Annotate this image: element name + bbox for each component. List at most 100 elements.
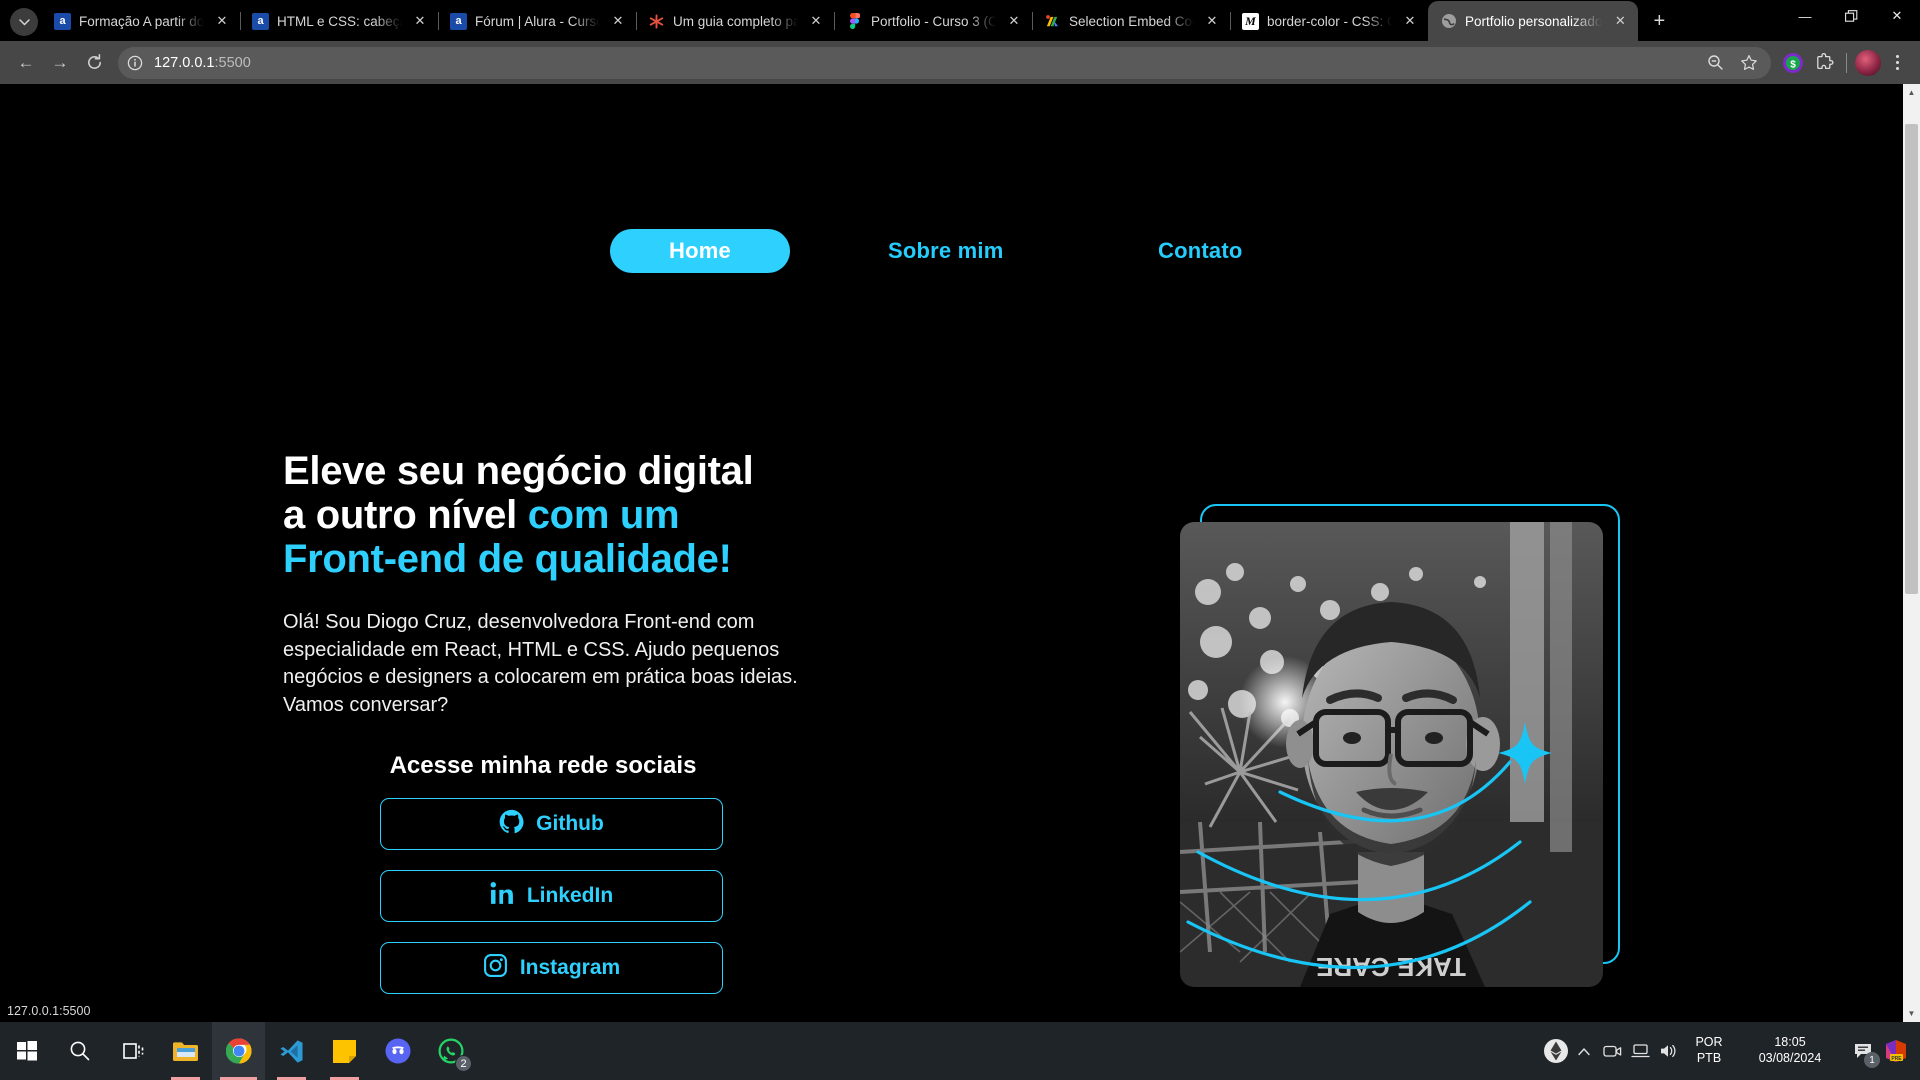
zoom-out-icon[interactable] <box>1701 49 1729 77</box>
scroll-up-icon[interactable]: ▲ <box>1903 84 1920 101</box>
instagram-icon <box>483 953 508 984</box>
minimize-button[interactable]: — <box>1782 0 1828 32</box>
toolbar-divider <box>1846 52 1847 73</box>
money-extension-icon[interactable]: $ <box>1779 49 1807 77</box>
ethereum-icon[interactable] <box>1542 1022 1570 1080</box>
browser-tab[interactable]: Um guia completo para Fl ✕ <box>636 1 834 41</box>
whatsapp-badge: 2 <box>455 1055 472 1072</box>
google-icon <box>1044 13 1061 30</box>
close-icon[interactable]: ✕ <box>1610 11 1630 31</box>
profile-photo-block: TAKE CARE <box>1180 504 1630 1004</box>
css-tricks-icon <box>648 13 665 30</box>
browser-tab[interactable]: Selection Embed Code - G ✕ <box>1032 1 1230 41</box>
toolbar-right: $ <box>1773 49 1910 77</box>
address-bar[interactable]: 127.0.0.1:5500 <box>118 46 1771 79</box>
puzzle-icon[interactable] <box>1810 49 1838 77</box>
language-indicator[interactable]: POR PTB <box>1682 1035 1736 1066</box>
url-host: 127.0.0.1 <box>154 54 215 71</box>
browser-tab[interactable]: M border-color - CSS: Casca ✕ <box>1230 1 1428 41</box>
browser-toolbar: ← → 127.0.0.1:5500 $ <box>0 41 1920 84</box>
clock[interactable]: 18:05 03/08/2024 <box>1736 1035 1844 1066</box>
kebab-menu-icon[interactable] <box>1884 55 1910 70</box>
globe-icon <box>1440 13 1457 30</box>
tab-title: Portfolio - Curso 3 (Copy) <box>871 13 996 29</box>
forward-icon[interactable]: → <box>44 47 76 79</box>
mdn-icon: M <box>1242 12 1259 30</box>
headline-line-1: Eleve seu negócio digital <box>283 449 754 493</box>
status-bubble: 127.0.0.1:5500 <box>0 1000 98 1022</box>
avatar[interactable] <box>1855 49 1881 76</box>
tab-strip: a Formação A partir do zero ✕ a HTML e C… <box>0 0 1920 41</box>
browser-tab-active[interactable]: Portfolio personalizado ✕ <box>1428 1 1639 41</box>
network-icon[interactable] <box>1626 1022 1654 1080</box>
headline-line-2-accent: com um <box>527 493 680 537</box>
chevron-up-icon[interactable] <box>1570 1022 1598 1080</box>
profile-photo: TAKE CARE <box>1180 522 1603 987</box>
reload-icon[interactable] <box>78 47 110 79</box>
taskbar-item-search[interactable] <box>53 1022 106 1080</box>
social-link-label: Instagram <box>519 956 621 980</box>
tab-title: border-color - CSS: Casca <box>1267 13 1392 29</box>
star-icon[interactable] <box>1735 49 1763 77</box>
tab-search-button[interactable] <box>10 8 38 36</box>
scroll-down-icon[interactable]: ▼ <box>1903 1005 1920 1022</box>
language-line-2: PTB <box>1696 1051 1722 1065</box>
new-tab-button[interactable]: + <box>1644 6 1674 36</box>
clock-date: 03/08/2024 <box>1758 1051 1822 1065</box>
info-circle-icon[interactable] <box>124 52 146 74</box>
taskbar-item-task-view[interactable] <box>106 1022 159 1080</box>
portfolio-page: Home Sobre mim Contato Eleve seu negócio… <box>0 84 1903 1022</box>
taskbar-item-file-explorer[interactable] <box>159 1022 212 1080</box>
taskbar-item-vscode[interactable] <box>265 1022 318 1080</box>
taskbar-item-sticky-notes[interactable] <box>318 1022 371 1080</box>
taskbar-item-start[interactable] <box>0 1022 53 1080</box>
scrollbar-thumb[interactable] <box>1905 124 1918 594</box>
svg-text:TAKE CARE: TAKE CARE <box>1316 952 1466 982</box>
close-icon[interactable]: ✕ <box>410 11 430 31</box>
window-controls: — ✕ <box>1782 0 1920 41</box>
nav-item-home[interactable]: Home <box>610 229 790 273</box>
social-section-title: Acesse minha rede sociais <box>389 752 697 780</box>
office-icon[interactable]: PRE <box>1882 1022 1910 1080</box>
close-icon[interactable]: ✕ <box>1202 11 1222 31</box>
notification-badge: 1 <box>1864 1052 1880 1068</box>
close-window-button[interactable]: ✕ <box>1874 0 1920 32</box>
alura-icon: a <box>54 12 71 30</box>
tab-title: HTML e CSS: cabeçalho, fo <box>277 13 402 29</box>
browser-tab[interactable]: a Fórum | Alura - Cursos onl ✕ <box>438 1 636 41</box>
maximize-button[interactable] <box>1828 0 1874 32</box>
nav-item-contato[interactable]: Contato <box>1158 238 1243 264</box>
browser-tab[interactable]: Portfolio - Curso 3 (Copy) ✕ <box>834 1 1032 41</box>
hero-section: Eleve seu negócio digital a outro nível … <box>283 449 843 995</box>
tab-title: Portfolio personalizado <box>1465 13 1603 29</box>
social-link-instagram[interactable]: Instagram <box>380 942 723 995</box>
browser-tab[interactable]: a HTML e CSS: cabeçalho, fo ✕ <box>240 1 438 41</box>
close-icon[interactable]: ✕ <box>806 11 826 31</box>
close-icon[interactable]: ✕ <box>1400 11 1420 31</box>
camera-icon[interactable] <box>1598 1022 1626 1080</box>
taskbar-item-whatsapp[interactable]: 2 <box>424 1022 477 1080</box>
taskbar-item-discord[interactable] <box>371 1022 424 1080</box>
headline-line-3-accent: Front-end de qualidade! <box>283 537 732 581</box>
volume-icon[interactable] <box>1654 1022 1682 1080</box>
tab-title: Fórum | Alura - Cursos onl <box>475 13 600 29</box>
back-icon[interactable]: ← <box>10 47 42 79</box>
nav-item-sobre-mim[interactable]: Sobre mim <box>888 238 1004 264</box>
page-scrollbar[interactable]: ▲ ▼ <box>1903 84 1920 1022</box>
clock-time: 18:05 <box>1774 1035 1806 1050</box>
browser-tab[interactable]: a Formação A partir do zero ✕ <box>42 1 240 41</box>
close-icon[interactable]: ✕ <box>608 11 628 31</box>
site-navigation: Home Sobre mim Contato <box>0 229 1903 273</box>
close-icon[interactable]: ✕ <box>212 11 232 31</box>
url-port: :5500 <box>214 54 251 71</box>
taskbar-item-chrome[interactable] <box>212 1022 265 1080</box>
social-link-github[interactable]: Github <box>380 798 723 851</box>
close-icon[interactable]: ✕ <box>1004 11 1024 31</box>
alura-icon: a <box>252 12 269 30</box>
social-link-label: Github <box>536 812 604 836</box>
tab-title: Selection Embed Code - G <box>1069 13 1194 29</box>
social-link-linkedin[interactable]: LinkedIn <box>380 870 723 923</box>
notification-center-button[interactable]: 1 <box>1844 1022 1882 1080</box>
system-tray: POR PTB 18:05 03/08/2024 1 PRE <box>1542 1022 1920 1080</box>
page-title: Eleve seu negócio digital a outro nível … <box>283 449 843 581</box>
